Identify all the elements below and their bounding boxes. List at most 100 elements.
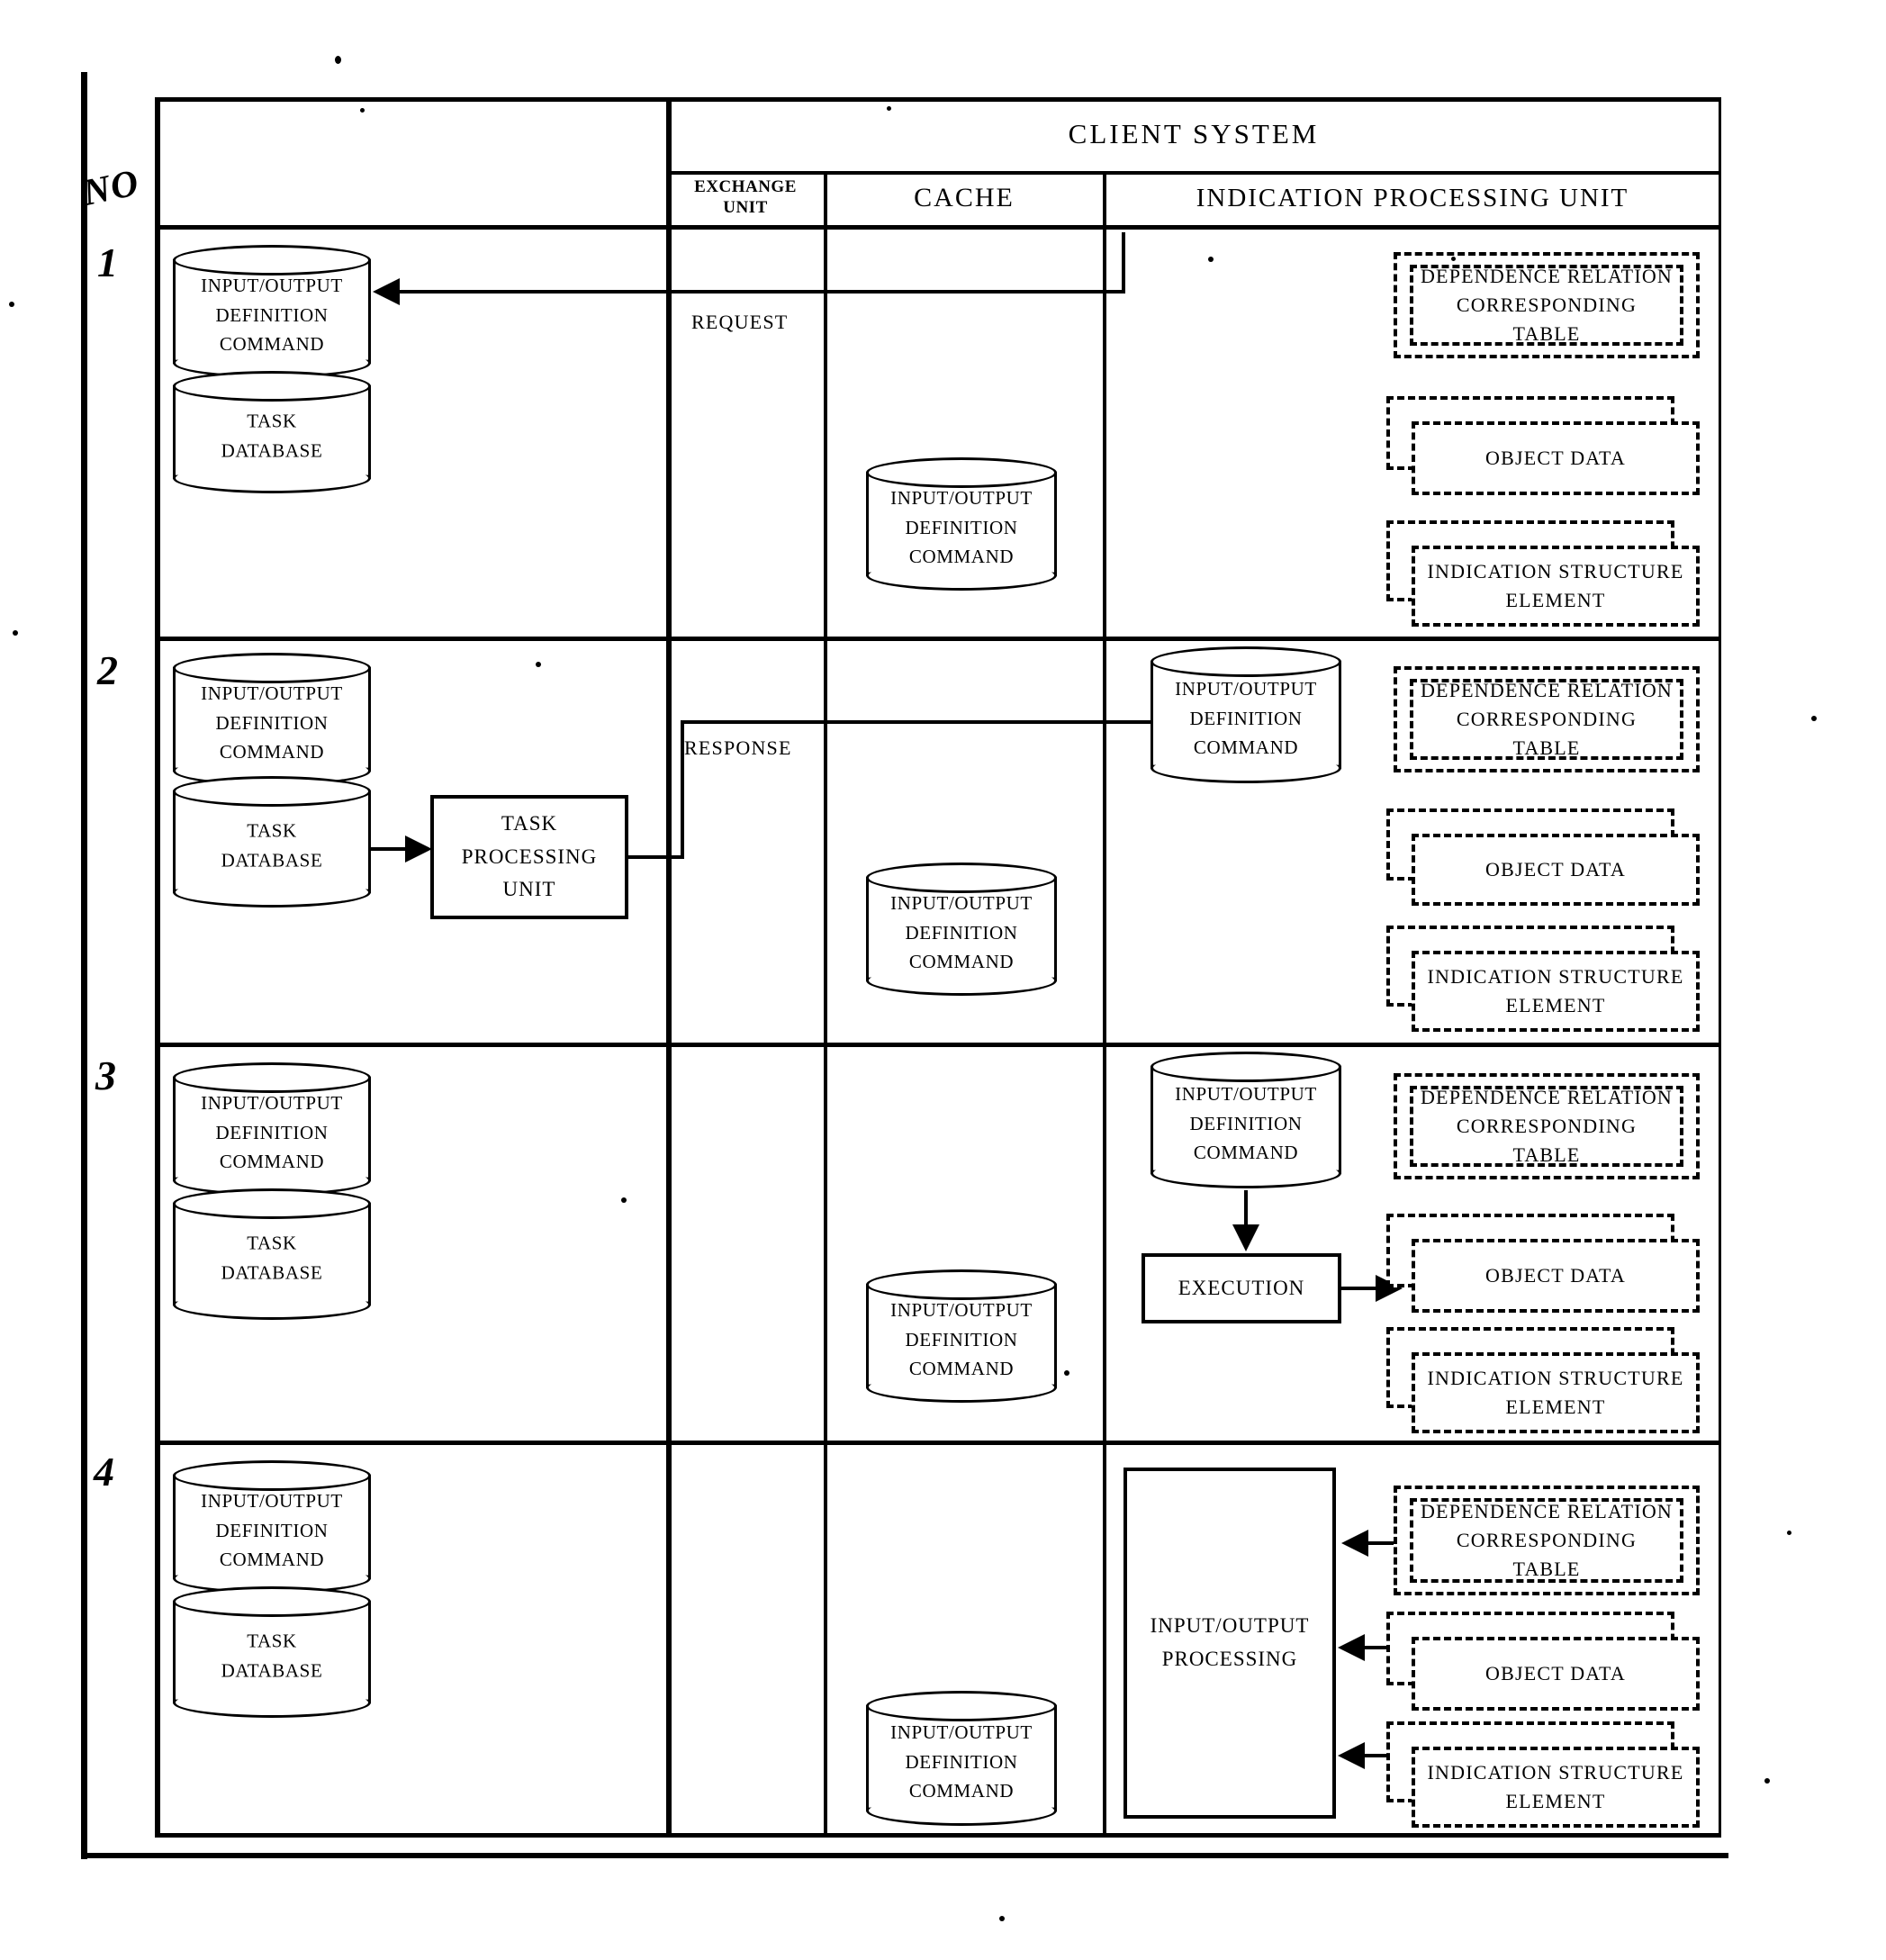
label-line-3: COMMAND: [908, 951, 1015, 973]
label-line-1: DEPENDENCE RELATION: [1420, 1500, 1674, 1523]
label-line-1: INPUT/OUTPUT: [201, 1490, 343, 1513]
indication-processing-unit-header: INDICATION PROCESSING UNIT: [1196, 183, 1629, 212]
cylinder-label: TASK DATABASE: [173, 808, 371, 874]
row3-task-database-cylinder: TASK DATABASE: [173, 1188, 371, 1320]
exchange-unit-header-line2: UNIT: [723, 198, 768, 217]
row3-object-data-box: OBJECT DATA: [1386, 1214, 1700, 1313]
label-line-1: DEPENDENCE RELATION: [1420, 265, 1674, 288]
label-line-2: ELEMENT: [1505, 1790, 1606, 1812]
label-line-2: DEFINITION: [1189, 707, 1303, 729]
dashed-box-label: DEPENDENCE RELATION CORRESPONDING TABLE: [1394, 252, 1700, 358]
label-line-2: DEFINITION: [905, 1328, 1018, 1350]
dashed-box-label: OBJECT DATA: [1485, 1662, 1626, 1685]
row3-io-definition-command-cylinder: INPUT/OUTPUT DEFINITION COMMAND: [173, 1062, 371, 1196]
label-line-2: PROCESSING: [461, 845, 598, 868]
rule-header-bottom: [155, 225, 1721, 230]
row2-indication-io-definition-command-cylinder: INPUT/OUTPUT DEFINITION COMMAND: [1151, 646, 1341, 783]
label-line-2: DATABASE: [221, 1659, 323, 1681]
label-line-1: TASK: [247, 819, 297, 842]
label-line-3: COMMAND: [908, 1358, 1015, 1380]
row1-request-arrow-drop: [1122, 232, 1125, 292]
row3-indication-io-definition-command-cylinder: INPUT/OUTPUT DEFINITION COMMAND: [1151, 1052, 1341, 1188]
label-line-1: INDICATION STRUCTURE: [1427, 560, 1684, 583]
row2-task-database-cylinder: TASK DATABASE: [173, 776, 371, 908]
cylinder-label: INPUT/OUTPUT DEFINITION COMMAND: [866, 881, 1057, 977]
label-line-2: CORRESPONDING: [1456, 294, 1638, 317]
scan-speck: [335, 56, 341, 64]
label-line-3: COMMAND: [219, 741, 325, 763]
cylinder-label: TASK DATABASE: [173, 1619, 371, 1685]
label-line-2: CORRESPONDING: [1456, 1115, 1638, 1138]
label-line-2: DEFINITION: [905, 516, 1018, 538]
row4-io-definition-command-cylinder: INPUT/OUTPUT DEFINITION COMMAND: [173, 1460, 371, 1594]
scan-speck: [536, 662, 541, 667]
row3-execution-to-object-data-line: [1341, 1287, 1379, 1290]
label-line-2: CORRESPONDING: [1456, 708, 1638, 731]
label-line-1: INDICATION STRUCTURE: [1427, 1367, 1684, 1390]
scan-speck: [887, 106, 891, 111]
rule-cache-column: [1103, 171, 1106, 1837]
row-number-2: 2: [97, 647, 118, 693]
row4-deprel-to-ioproc-arrowhead: [1341, 1530, 1368, 1557]
row1-io-definition-command-cylinder: INPUT/OUTPUT DEFINITION COMMAND: [173, 245, 371, 378]
dashed-box-label: INDICATION STRUCTURE ELEMENT: [1412, 546, 1700, 627]
dashed-box-label: INDICATION STRUCTURE ELEMENT: [1412, 1747, 1700, 1828]
scan-speck: [1811, 716, 1817, 721]
label-line-1: DEPENDENCE RELATION: [1420, 679, 1674, 702]
label-line-2: DEFINITION: [215, 303, 329, 326]
exchange-unit-header: EXCHANGE UNIT: [668, 173, 823, 223]
row2-response-label: RESPONSE: [684, 736, 792, 759]
label-line-2: DEFINITION: [215, 1519, 329, 1541]
label-line-3: COMMAND: [908, 546, 1015, 568]
row2-io-definition-command-cylinder: INPUT/OUTPUT DEFINITION COMMAND: [173, 653, 371, 786]
scan-speck: [999, 1916, 1005, 1921]
row1-dependence-relation-table-box: DEPENDENCE RELATION CORRESPONDING TABLE: [1394, 252, 1700, 358]
label-line-1: INPUT/OUTPUT: [1175, 1083, 1317, 1106]
label-line-3: COMMAND: [219, 333, 325, 356]
dashed-box-label: OBJECT DATA: [1485, 858, 1626, 881]
cache-header: CACHE: [914, 182, 1015, 212]
scan-speck: [1208, 257, 1214, 262]
rule-no-column: [155, 97, 160, 1837]
rule-row2-bottom: [155, 1043, 1721, 1047]
label-line-2: DATABASE: [221, 1261, 323, 1283]
label-line-2: DEFINITION: [215, 1121, 329, 1143]
cylinder-top: [173, 1188, 371, 1219]
row2-response-line-lower: [628, 855, 684, 859]
label-line-1: INPUT/OUTPUT: [890, 892, 1033, 915]
label-line-1: INDICATION STRUCTURE: [1427, 1761, 1684, 1784]
row2-response-line-upper: [681, 720, 1158, 724]
label-line-2: DATABASE: [221, 439, 323, 461]
execution-label: EXECUTION: [1178, 1276, 1305, 1299]
label-line-1: INPUT/OUTPUT: [201, 275, 343, 297]
scan-speck: [360, 108, 365, 113]
label-line-2: ELEMENT: [1505, 994, 1606, 1016]
row-number-1: 1: [97, 239, 118, 285]
label-line-2: ELEMENT: [1505, 589, 1606, 611]
label-line-1: INDICATION STRUCTURE: [1427, 965, 1684, 989]
row3-cylinder-to-execution-arrowhead: [1232, 1224, 1259, 1251]
row1-indication-structure-element-box: INDICATION STRUCTURE ELEMENT: [1386, 520, 1700, 627]
rule-exchange-column: [824, 171, 827, 1837]
label-line-1: INPUT/OUTPUT: [890, 1721, 1033, 1744]
row3-execution-box: EXECUTION: [1142, 1253, 1341, 1323]
cylinder-top: [173, 776, 371, 807]
cylinder-top: [173, 1586, 371, 1617]
cylinder-top: [173, 371, 371, 402]
cylinder-label: INPUT/OUTPUT DEFINITION COMMAND: [866, 1711, 1057, 1806]
rule-row1-bottom: [155, 637, 1721, 641]
row2-taskdb-to-tpu-arrowhead: [405, 835, 432, 863]
cylinder-label: INPUT/OUTPUT DEFINITION COMMAND: [173, 1479, 371, 1575]
dashed-box-label: DEPENDENCE RELATION CORRESPONDING TABLE: [1394, 1486, 1700, 1595]
label-line-2: ELEMENT: [1505, 1395, 1606, 1418]
scan-speck: [1764, 1778, 1770, 1784]
row-number-3: 3: [95, 1052, 116, 1098]
cylinder-label: INPUT/OUTPUT DEFINITION COMMAND: [173, 264, 371, 359]
dashed-box-label: OBJECT DATA: [1485, 447, 1626, 470]
row2-cache-io-definition-command-cylinder: INPUT/OUTPUT DEFINITION COMMAND: [866, 863, 1057, 996]
cylinder-label: INPUT/OUTPUT DEFINITION COMMAND: [173, 672, 371, 767]
label-line-1: INPUT/OUTPUT: [201, 1092, 343, 1115]
label-line-1: TASK: [247, 1232, 297, 1254]
label-line-3: UNIT: [502, 878, 556, 901]
dashed-box-label: INDICATION STRUCTURE ELEMENT: [1412, 951, 1700, 1032]
